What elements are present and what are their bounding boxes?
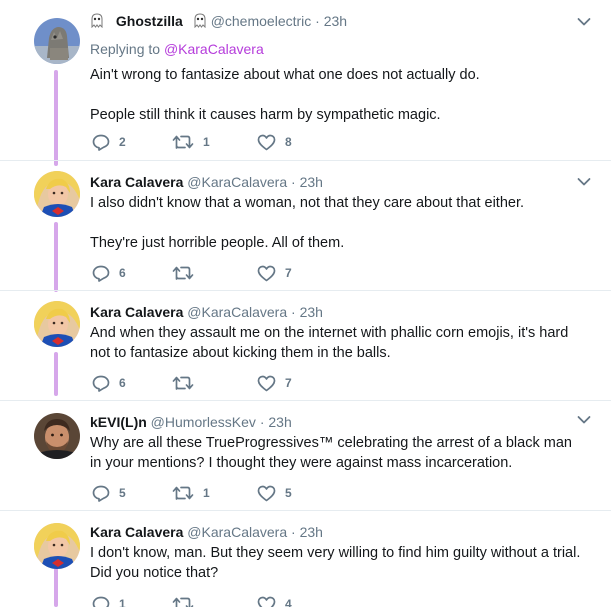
- handle[interactable]: @KaraCalavera: [187, 174, 287, 190]
- tweet-actions: 1 4: [92, 594, 337, 607]
- separator-dot: ·: [291, 304, 296, 320]
- like-icon: [257, 596, 276, 607]
- display-name[interactable]: kEVI(L)n: [90, 414, 147, 430]
- like-count: 5: [285, 486, 292, 500]
- mention-link[interactable]: @KaraCalavera: [164, 41, 264, 57]
- tweet-actions: 6 7: [92, 263, 337, 283]
- tweet[interactable]: kEVI(L)n @HumorlessKev · 23h Why are all…: [0, 400, 611, 510]
- avatar[interactable]: [34, 171, 80, 217]
- handle[interactable]: @KaraCalavera: [187, 524, 287, 540]
- like-button[interactable]: 7: [257, 265, 337, 282]
- like-icon: [257, 375, 276, 391]
- like-button[interactable]: 4: [257, 596, 337, 607]
- display-name[interactable]: Ghostzilla: [116, 13, 183, 29]
- tweet-text: Why are all these TrueProgressives™ cele…: [90, 433, 581, 473]
- tweet-text: Ain't wrong to fantasize about what one …: [90, 65, 581, 125]
- retweet-icon: [172, 597, 194, 607]
- separator-dot: ·: [315, 13, 320, 29]
- avatar[interactable]: [34, 301, 80, 347]
- reply-count: 6: [119, 376, 126, 390]
- tweet-text: I also didn't know that a woman, not tha…: [90, 193, 581, 253]
- tweet-paragraph: Why are all these TrueProgressives™ cele…: [90, 435, 572, 471]
- retweet-icon: [172, 266, 194, 280]
- retweet-icon: [172, 486, 194, 500]
- avatar[interactable]: [34, 413, 80, 459]
- reply-count: 5: [119, 486, 126, 500]
- like-icon: [257, 134, 276, 150]
- timestamp[interactable]: 23h: [300, 524, 323, 540]
- timestamp[interactable]: 23h: [300, 174, 323, 190]
- tweet-paragraph: I don't know, man. But they seem very wi…: [90, 545, 581, 581]
- separator-dot: ·: [291, 174, 296, 190]
- tweet[interactable]: Kara Calavera @KaraCalavera · 23h I don'…: [0, 510, 611, 607]
- like-icon: [257, 265, 276, 281]
- retweet-button[interactable]: 1: [172, 134, 257, 150]
- tweet-paragraph: I also didn't know that a woman, not tha…: [90, 195, 525, 211]
- like-icon: [257, 485, 276, 501]
- display-name[interactable]: Kara Calavera: [90, 524, 183, 540]
- tweet-paragraph: Ain't wrong to fantasize about what one …: [90, 67, 480, 83]
- retweet-button[interactable]: [172, 265, 257, 281]
- handle[interactable]: @KaraCalavera: [187, 304, 287, 320]
- like-button[interactable]: 5: [257, 485, 337, 502]
- reply-button[interactable]: 6: [92, 375, 172, 392]
- retweet-count: 1: [203, 486, 210, 500]
- handle[interactable]: @chemoelectric: [211, 13, 312, 29]
- retweet-icon: [172, 376, 194, 390]
- avatar[interactable]: [34, 18, 80, 64]
- reply-icon: [92, 134, 110, 151]
- tweet-thread: Ghostzilla @chemoelectric · 23h Replying…: [0, 0, 611, 607]
- avatar[interactable]: [34, 523, 80, 569]
- tweet-actions: 6 7: [92, 373, 337, 393]
- tweet-text: I don't know, man. But they seem very wi…: [90, 543, 581, 583]
- like-count: 4: [285, 597, 292, 607]
- retweet-icon: [172, 135, 194, 149]
- like-button[interactable]: 8: [257, 134, 337, 151]
- ghost-emoji-icon: [90, 13, 104, 33]
- reply-count: 1: [119, 597, 126, 607]
- tweet[interactable]: Ghostzilla @chemoelectric · 23h Replying…: [0, 0, 611, 160]
- ghost-emoji-icon: [193, 13, 207, 33]
- tweet-actions: 2 1 8: [92, 132, 337, 152]
- retweet-count: 1: [203, 135, 210, 149]
- like-count: 7: [285, 376, 292, 390]
- tweet-paragraph: People still think it causes harm by sym…: [90, 107, 441, 123]
- reply-button[interactable]: 6: [92, 265, 172, 282]
- like-count: 7: [285, 266, 292, 280]
- reply-button[interactable]: 1: [92, 596, 172, 607]
- separator-dot: ·: [259, 414, 265, 430]
- retweet-button[interactable]: 1: [172, 485, 257, 501]
- reply-icon: [92, 265, 110, 282]
- handle[interactable]: @HumorlessKev: [151, 414, 256, 430]
- display-name[interactable]: Kara Calavera: [90, 304, 183, 320]
- chevron-down-icon[interactable]: [577, 415, 591, 425]
- reply-button[interactable]: 5: [92, 485, 172, 502]
- like-count: 8: [285, 135, 292, 149]
- timestamp[interactable]: 23h: [268, 414, 291, 430]
- tweet-paragraph: And when they assault me on the internet…: [90, 325, 569, 361]
- like-button[interactable]: 7: [257, 375, 337, 392]
- tweet-actions: 5 1 5: [92, 483, 337, 503]
- replying-to-label: Replying to: [90, 41, 164, 57]
- retweet-button[interactable]: [172, 375, 257, 391]
- reply-icon: [92, 485, 110, 502]
- reply-count: 6: [119, 266, 126, 280]
- reply-icon: [92, 375, 110, 392]
- timestamp[interactable]: 23h: [324, 13, 347, 29]
- display-name[interactable]: Kara Calavera: [90, 174, 183, 190]
- chevron-down-icon[interactable]: [577, 17, 591, 27]
- tweet[interactable]: Kara Calavera @KaraCalavera · 23h And wh…: [0, 290, 611, 400]
- timestamp[interactable]: 23h: [300, 304, 323, 320]
- reply-button[interactable]: 2: [92, 134, 172, 151]
- separator-dot: ·: [291, 524, 296, 540]
- tweet-paragraph: They're just horrible people. All of the…: [90, 235, 345, 251]
- reply-icon: [92, 596, 110, 607]
- replying-to: Replying to @KaraCalavera: [90, 39, 581, 59]
- tweet[interactable]: Kara Calavera @KaraCalavera · 23h I also…: [0, 160, 611, 290]
- tweet-text: And when they assault me on the internet…: [90, 323, 581, 363]
- reply-count: 2: [119, 135, 126, 149]
- chevron-down-icon[interactable]: [577, 177, 591, 187]
- retweet-button[interactable]: [172, 596, 257, 607]
